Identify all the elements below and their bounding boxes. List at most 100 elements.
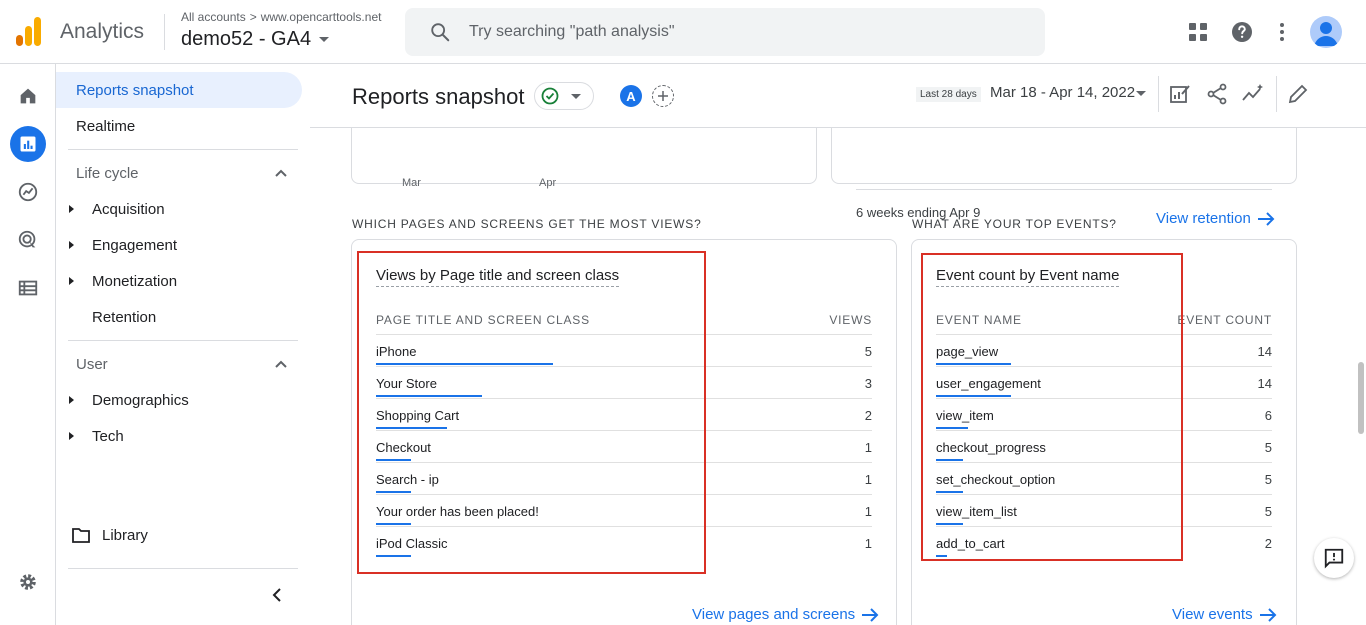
chart-baseline (856, 189, 1272, 190)
help-icon[interactable] (1230, 20, 1254, 44)
search-icon (431, 23, 450, 42)
nav-label: Retention (92, 308, 157, 326)
expand-arrow-icon (69, 241, 74, 249)
arrow-right-icon (1259, 607, 1277, 622)
nav-tech[interactable]: Tech (56, 418, 302, 454)
divider (1158, 76, 1159, 112)
nav-reports-snapshot[interactable]: Reports snapshot (56, 72, 302, 108)
nav-label: Engagement (92, 236, 178, 254)
divider (1276, 76, 1277, 112)
account-breadcrumb[interactable]: All accounts > www.opencarttools.net (181, 10, 381, 24)
status-chip[interactable] (534, 82, 594, 110)
reports-icon[interactable] (10, 126, 46, 162)
nav-label: Demographics (92, 391, 189, 409)
arrow-right-icon (1257, 211, 1275, 226)
row-value: 1 (864, 440, 872, 455)
view-pages-link[interactable]: View pages and screens (692, 606, 879, 623)
caret-down-icon (319, 37, 330, 43)
configure-icon[interactable] (10, 270, 46, 306)
row-value: 14 (1257, 344, 1272, 359)
row-value: 5 (1264, 472, 1272, 487)
row-value: 1 (864, 472, 872, 487)
report-header: Reports snapshot A Last 28 days Mar 18 -… (310, 64, 1366, 128)
breadcrumb-root[interactable]: All accounts (181, 10, 246, 24)
row-value: 1 (864, 504, 872, 519)
row-value: 5 (1264, 504, 1272, 519)
breadcrumb-separator: > (249, 10, 257, 24)
nav-label: Reports snapshot (76, 81, 194, 99)
axis-label: Apr (539, 177, 557, 189)
customize-report-icon[interactable] (1168, 82, 1192, 106)
divider (164, 14, 165, 50)
top-app-bar: Analytics All accounts > www.opencarttools… (0, 0, 1366, 64)
nav-retention[interactable]: Retention (56, 299, 302, 335)
nav-acquisition[interactable]: Acquisition (56, 191, 302, 227)
main-content: Reports snapshot A Last 28 days Mar 18 -… (310, 64, 1366, 625)
left-rail (0, 64, 56, 625)
side-nav: Reports snapshot Realtime Life cycle Acq… (56, 64, 310, 625)
link-label: View events (1172, 606, 1253, 623)
property-selector[interactable]: demo52 - GA4 (181, 28, 330, 51)
more-vert-icon[interactable] (1270, 20, 1294, 44)
advertising-icon[interactable] (10, 222, 46, 258)
axis-label: Mar (402, 177, 421, 189)
chevron-up-icon[interactable] (274, 167, 288, 181)
row-value: 2 (864, 408, 872, 423)
column-header-value: VIEWS (829, 313, 872, 327)
apps-grid-icon[interactable] (1186, 20, 1210, 44)
explore-icon[interactable] (10, 174, 46, 210)
scrollbar[interactable] (1358, 362, 1364, 434)
expand-arrow-icon (69, 277, 74, 285)
add-comparison-button[interactable] (652, 85, 674, 107)
nav-label: Library (102, 526, 148, 544)
view-retention-link[interactable]: View retention (1156, 210, 1275, 227)
feedback-button[interactable] (1314, 538, 1354, 578)
share-icon[interactable] (1205, 82, 1229, 106)
divider (68, 340, 298, 341)
nav-label: Acquisition (92, 200, 165, 218)
row-value: 1 (864, 536, 872, 551)
plus-icon (658, 91, 668, 101)
app-title: Analytics (60, 20, 145, 43)
row-value: 14 (1257, 376, 1272, 391)
collapse-nav-icon[interactable] (270, 587, 284, 603)
nav-label: Monetization (92, 272, 178, 290)
view-events-link[interactable]: View events (1172, 606, 1277, 623)
section-heading-events: WHAT ARE YOUR TOP EVENTS? (912, 217, 1117, 231)
nav-engagement[interactable]: Engagement (56, 227, 302, 263)
check-circle-icon (541, 87, 559, 105)
date-range-picker[interactable]: Mar 18 - Apr 14, 2022 (990, 84, 1135, 101)
page-title: Reports snapshot (352, 84, 525, 109)
expand-arrow-icon (69, 205, 74, 213)
comparison-badge[interactable]: A (620, 85, 642, 107)
expand-arrow-icon (69, 432, 74, 440)
nav-monetization[interactable]: Monetization (56, 263, 302, 299)
row-value: 5 (1264, 440, 1272, 455)
arrow-right-icon (862, 607, 879, 622)
nav-library[interactable]: Library (56, 517, 302, 553)
row-value: 6 (1264, 408, 1272, 423)
feedback-icon (1324, 548, 1344, 569)
nav-section-user[interactable]: User (76, 356, 108, 373)
row-value: 2 (1264, 536, 1272, 551)
search-bar[interactable]: Try searching "path analysis" (405, 8, 1045, 56)
highlight-box (921, 253, 1183, 561)
insights-icon[interactable] (1241, 82, 1265, 106)
home-icon[interactable] (10, 78, 46, 114)
breadcrumb-account[interactable]: www.opencarttools.net (261, 10, 382, 24)
edit-icon[interactable] (1286, 82, 1310, 106)
account-avatar-icon[interactable] (1310, 16, 1342, 48)
folder-icon (72, 528, 90, 543)
chevron-up-icon[interactable] (274, 358, 288, 372)
analytics-logo-icon[interactable] (16, 17, 42, 47)
caret-down-icon[interactable] (1136, 91, 1146, 96)
nav-section-lifecycle[interactable]: Life cycle (76, 165, 139, 182)
date-range-label: Last 28 days (916, 87, 981, 102)
settings-icon[interactable] (10, 564, 46, 600)
link-label: View retention (1156, 210, 1251, 227)
nav-realtime[interactable]: Realtime (56, 108, 302, 144)
property-name: demo52 - GA4 (181, 28, 312, 50)
nav-demographics[interactable]: Demographics (56, 382, 302, 418)
divider (68, 149, 298, 150)
highlight-box (357, 251, 706, 574)
